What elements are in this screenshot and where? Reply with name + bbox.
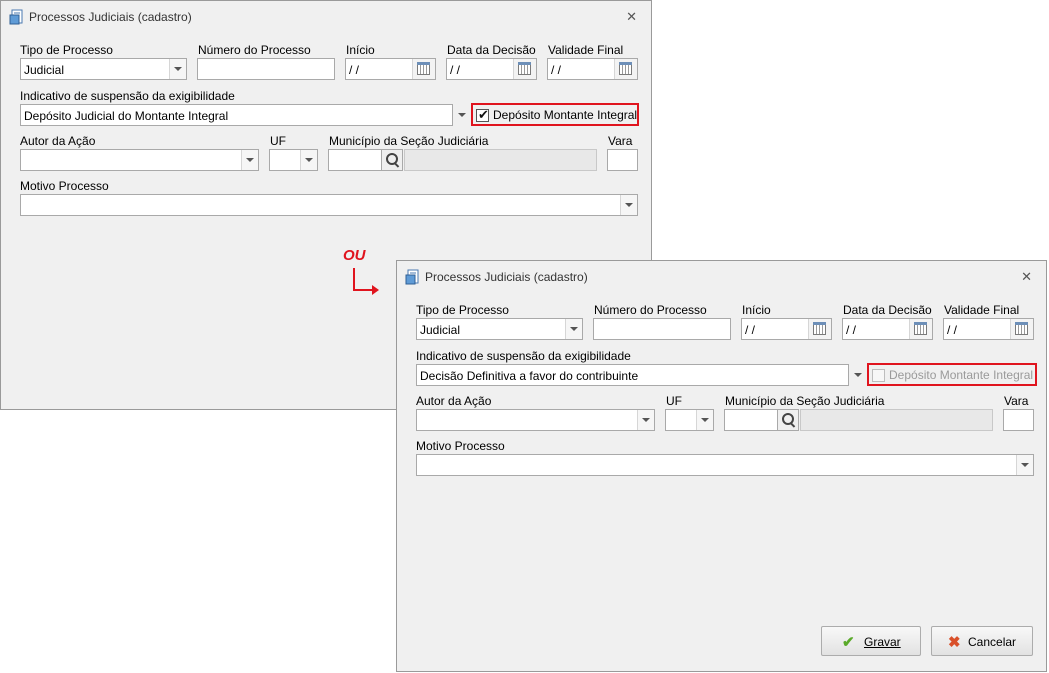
app-icon xyxy=(9,9,23,25)
checkbox-label: Depósito Montante Integral xyxy=(493,108,638,122)
chevron-down-icon[interactable] xyxy=(620,195,637,215)
checkbox-box[interactable]: ✔ xyxy=(476,107,489,122)
municipio-code-input[interactable] xyxy=(724,409,778,431)
close-icon[interactable]: ✕ xyxy=(626,9,637,25)
ou-annotation: OU xyxy=(343,247,366,264)
label-vara: Vara xyxy=(608,134,633,148)
search-icon[interactable] xyxy=(777,409,799,431)
cancel-x-icon: ✖ xyxy=(948,634,961,651)
chevron-down-icon[interactable] xyxy=(241,150,258,170)
label-indicativo: Indicativo de suspensão da exigibilidade xyxy=(20,89,235,103)
label-tipo-processo: Tipo de Processo xyxy=(20,43,113,57)
arrow-right-icon xyxy=(353,268,379,295)
data-decisao-date-input[interactable]: / / xyxy=(842,318,933,340)
window-title: Processos Judiciais (cadastro) xyxy=(29,10,192,24)
validade-final-date-input[interactable]: / / xyxy=(943,318,1034,340)
chevron-down-icon[interactable] xyxy=(169,59,186,79)
indicativo-select[interactable]: Depósito Judicial do Montante Integral xyxy=(20,104,453,126)
title-bar: Processos Judiciais (cadastro) ✕ xyxy=(397,261,1046,291)
chevron-down-icon[interactable] xyxy=(637,410,654,430)
label-inicio: Início xyxy=(742,303,771,317)
validade-final-date-input[interactable]: / / xyxy=(547,58,638,80)
label-validade-final: Validade Final xyxy=(548,43,624,57)
label-municipio: Município da Seção Judiciária xyxy=(725,394,885,408)
label-validade-final: Validade Final xyxy=(944,303,1020,317)
label-municipio: Município da Seção Judiciária xyxy=(329,134,489,148)
calendar-icon[interactable] xyxy=(1010,319,1033,339)
window-title: Processos Judiciais (cadastro) xyxy=(425,270,588,284)
calendar-icon[interactable] xyxy=(808,319,831,339)
chevron-down-icon[interactable] xyxy=(850,365,866,385)
autor-select[interactable] xyxy=(20,149,259,171)
label-autor: Autor da Ação xyxy=(416,394,492,408)
vara-input[interactable] xyxy=(1003,409,1034,431)
checkbox-label: Depósito Montante Integral xyxy=(889,368,1034,382)
close-icon[interactable]: ✕ xyxy=(1021,269,1032,285)
vara-input[interactable] xyxy=(607,149,638,171)
title-bar: Processos Judiciais (cadastro) ✕ xyxy=(1,1,651,31)
checkbox-box xyxy=(872,369,885,382)
data-decisao-date-input[interactable]: / / xyxy=(446,58,537,80)
chevron-down-icon[interactable] xyxy=(454,105,470,125)
checkmark-icon: ✔ xyxy=(842,634,855,651)
dialog-window-2: Processos Judiciais (cadastro) ✕ Tipo de… xyxy=(396,260,1047,672)
label-motivo: Motivo Processo xyxy=(416,439,505,453)
chevron-down-icon[interactable] xyxy=(1016,455,1033,475)
cancel-button[interactable]: ✖ Cancelar xyxy=(931,626,1033,656)
label-numero-processo: Número do Processo xyxy=(594,303,707,317)
municipio-name-field xyxy=(404,149,597,171)
calendar-icon[interactable] xyxy=(513,59,536,79)
chevron-down-icon[interactable] xyxy=(300,150,317,170)
label-uf: UF xyxy=(270,134,286,148)
label-tipo-processo: Tipo de Processo xyxy=(416,303,509,317)
label-vara: Vara xyxy=(1004,394,1029,408)
uf-select[interactable] xyxy=(269,149,318,171)
autor-select[interactable] xyxy=(416,409,655,431)
motivo-select[interactable] xyxy=(416,454,1034,476)
uf-select[interactable] xyxy=(665,409,714,431)
label-autor: Autor da Ação xyxy=(20,134,96,148)
label-data-decisao: Data da Decisão xyxy=(843,303,932,317)
label-motivo: Motivo Processo xyxy=(20,179,109,193)
inicio-date-input[interactable]: / / xyxy=(741,318,832,340)
numero-processo-input[interactable] xyxy=(197,58,335,80)
search-icon[interactable] xyxy=(381,149,403,171)
label-indicativo: Indicativo de suspensão da exigibilidade xyxy=(416,349,631,363)
deposito-montante-checkbox[interactable]: ✔ Depósito Montante Integral xyxy=(471,103,639,126)
label-data-decisao: Data da Decisão xyxy=(447,43,536,57)
inicio-date-input[interactable]: / / xyxy=(345,58,436,80)
chevron-down-icon[interactable] xyxy=(696,410,713,430)
calendar-icon[interactable] xyxy=(614,59,637,79)
municipio-name-field xyxy=(800,409,993,431)
calendar-icon[interactable] xyxy=(412,59,435,79)
numero-processo-input[interactable] xyxy=(593,318,731,340)
tipo-processo-select[interactable]: Judicial xyxy=(416,318,583,340)
app-icon xyxy=(405,269,419,285)
deposito-montante-checkbox: Depósito Montante Integral xyxy=(867,363,1037,386)
label-inicio: Início xyxy=(346,43,375,57)
tipo-processo-select[interactable]: Judicial xyxy=(20,58,187,80)
save-button[interactable]: ✔ Gravar xyxy=(821,626,921,656)
label-uf: UF xyxy=(666,394,682,408)
indicativo-select[interactable]: Decisão Definitiva a favor do contribuin… xyxy=(416,364,849,386)
calendar-icon[interactable] xyxy=(909,319,932,339)
label-numero-processo: Número do Processo xyxy=(198,43,311,57)
chevron-down-icon[interactable] xyxy=(565,319,582,339)
motivo-select[interactable] xyxy=(20,194,638,216)
municipio-code-input[interactable] xyxy=(328,149,382,171)
checkmark-icon: ✔ xyxy=(478,107,489,122)
